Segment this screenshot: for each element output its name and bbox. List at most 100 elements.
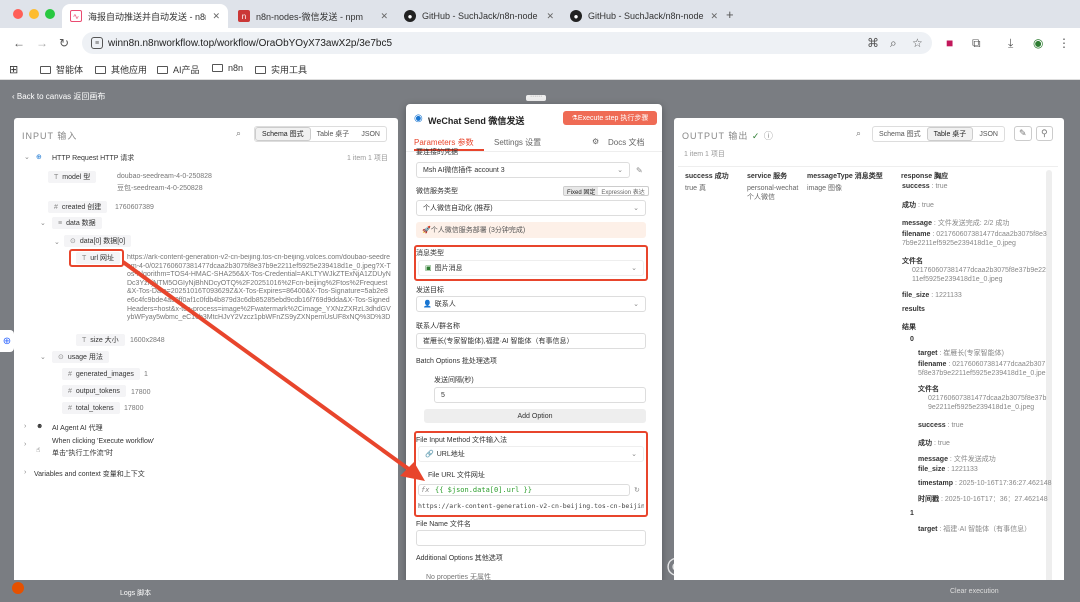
bottom-bar: Logs 脚本 Clear execution — [0, 580, 1080, 602]
response-value: 崔雁长(专家智能体) — [943, 350, 1004, 357]
tab-settings[interactable]: Settings 设置 — [494, 137, 541, 148]
docs-link[interactable]: Docs 文档 — [608, 137, 644, 148]
chevron-right-icon[interactable]: › — [24, 441, 26, 448]
chevron-down-icon[interactable]: ⌄ — [54, 238, 60, 246]
schema-view-button[interactable]: Schema 图式 — [255, 127, 311, 141]
profile-avatar-icon[interactable]: ◉ — [1033, 36, 1043, 50]
json-view-button[interactable]: JSON — [355, 127, 386, 141]
refresh-icon[interactable]: ↻ — [634, 486, 640, 494]
globe-icon[interactable]: ⊕ — [0, 330, 14, 352]
bookmark-folder[interactable]: 实用工具 — [255, 63, 307, 76]
table-view-button[interactable]: Table 桌子 — [926, 127, 974, 141]
edit-pencil-icon[interactable]: ✎ — [636, 166, 643, 175]
avatar[interactable] — [12, 582, 24, 594]
field-created[interactable]: # created 创建 — [48, 201, 108, 213]
search-icon[interactable]: ⌕ — [856, 128, 861, 139]
file-name-input[interactable] — [416, 530, 646, 546]
tab-github-1[interactable]: ● GitHub - SuchJack/n8n-node ✕ — [396, 4, 562, 28]
field-size[interactable]: Tsize 大小 — [76, 334, 125, 346]
clear-execution-button[interactable]: Clear execution — [950, 588, 999, 595]
interval-input[interactable]: 5 — [434, 387, 646, 403]
response-value: true — [951, 422, 964, 429]
site-info-icon[interactable]: ≡ — [91, 37, 103, 49]
response-row: 0 — [910, 336, 914, 343]
chevron-right-icon[interactable]: › — [24, 423, 26, 430]
back-to-canvas-link[interactable]: ‹ Back to canvas 返回画布 — [12, 91, 105, 102]
new-tab-plus-icon[interactable]: + — [726, 7, 734, 22]
contact-input[interactable]: 崔雁长(专家智能体),福建·AI 智能体（有事信息） — [416, 333, 646, 349]
expression-mode-button[interactable]: Expression 表达 — [598, 187, 647, 196]
output-tokens-value: 17800 — [131, 389, 151, 396]
json-view-button[interactable]: JSON — [973, 127, 1004, 141]
tab-github-2[interactable]: ● GitHub - SuchJack/n8n-node ✕ — [562, 4, 726, 28]
close-tab-icon[interactable]: ✕ — [212, 11, 220, 22]
browser-tab-bar: ∿ 海报自动推送并自动发送 - n8n ✕ n n8n-nodes-微信发送 -… — [0, 0, 1080, 28]
execute-step-button[interactable]: ⚗ Execute step 执行步骤 — [563, 111, 657, 125]
pin-icon[interactable]: ⚲ — [1036, 126, 1053, 141]
response-row: results — [902, 306, 925, 313]
logs-tab[interactable]: Logs 脚本 — [120, 588, 151, 598]
deploy-notice[interactable]: 🚀 个人微信服务部署 (3分钟完成) — [416, 222, 646, 238]
table-view-button[interactable]: Table 桌子 — [311, 127, 356, 141]
cell-message-type: image 图像 — [807, 185, 843, 192]
back-arrow-icon[interactable]: ← — [13, 36, 25, 50]
file-method-select[interactable]: 🔗 URL地址 ⌄ — [418, 446, 644, 462]
batch-options-label: Batch Options 批处理选项 — [416, 358, 497, 365]
menu-kebab-icon[interactable]: ⋮ — [1058, 36, 1070, 50]
gear-icon[interactable]: ⚙ — [592, 137, 599, 146]
field-data[interactable]: ≡ data 数据 — [52, 217, 102, 229]
response-row: target : 崔雁长(专家智能体) — [918, 348, 1004, 358]
tab-n8n-workflow[interactable]: ∿ 海报自动推送并自动发送 - n8n ✕ — [62, 4, 228, 28]
field-data-0[interactable]: ⊙ data[0] 数据[0] — [64, 235, 132, 247]
service-type-select[interactable]: 个人微信自动化 (推荐) ⌄ — [416, 200, 646, 216]
forward-arrow-icon[interactable]: → — [36, 36, 48, 50]
node-title[interactable]: WeChat Send 微信发送 — [428, 114, 524, 127]
file-url-expression-input[interactable]: fx{{ $json.data[0].url }} — [418, 484, 630, 496]
input-title: INPUT 输入 — [22, 131, 78, 141]
credential-select[interactable]: Msh AI微信插件 account 3 ⌄ — [416, 162, 630, 178]
apps-grid-icon[interactable]: ⊞ — [9, 63, 18, 76]
chevron-right-icon[interactable]: › — [24, 469, 26, 476]
chevron-down-icon[interactable]: ⌄ — [40, 353, 46, 361]
drag-handle[interactable]: ⋯⋯ — [526, 94, 546, 101]
fixed-mode-button[interactable]: Fixed 固定 — [564, 187, 599, 196]
zoom-icon[interactable]: ⌕ — [890, 36, 897, 51]
response-row: 文件名 — [918, 384, 939, 394]
url-bar[interactable]: ≡ winn8n.n8nworkflow.top/workflow/OraObY… — [82, 32, 932, 54]
target-select[interactable]: 👤 联系人 ⌄ — [416, 296, 646, 312]
chevron-down-icon[interactable]: ⌄ — [40, 219, 46, 227]
close-window-button[interactable] — [13, 9, 23, 19]
minimize-window-button[interactable] — [29, 9, 39, 19]
field-model[interactable]: Tmodel 型 — [48, 171, 97, 183]
response-key: file_size — [902, 292, 930, 299]
bookmark-star-icon[interactable]: ☆ — [912, 36, 923, 50]
reload-icon[interactable]: ↻ — [59, 36, 69, 50]
response-value: 2025-10-16T17:36:27.462148 — [958, 480, 1052, 487]
bookmark-folder[interactable]: n8n — [212, 63, 243, 73]
close-tab-icon[interactable]: ✕ — [380, 11, 388, 22]
add-option-button[interactable]: Add Option — [424, 409, 646, 423]
download-icon[interactable]: ⤓ — [1008, 36, 1013, 51]
number-type-icon: # — [54, 203, 58, 211]
maximize-window-button[interactable] — [45, 9, 55, 19]
n8n-icon: ∿ — [70, 10, 82, 22]
bookmark-folder[interactable]: 智能体 — [40, 63, 83, 76]
chevron-down-icon[interactable]: ⌄ — [24, 153, 30, 161]
bookmark-folder[interactable]: AI产品 — [157, 63, 200, 76]
translate-icon[interactable]: ⌘ — [867, 36, 879, 50]
extension-icon[interactable]: ■ — [946, 36, 953, 50]
message-type-select[interactable]: ▣ 图片消息 ⌄ — [418, 260, 644, 276]
search-icon[interactable]: ⌕ — [236, 128, 241, 139]
response-key: timestamp — [918, 480, 954, 487]
field-total-tokens[interactable]: # total_tokens — [62, 402, 120, 414]
close-tab-icon[interactable]: ✕ — [546, 11, 554, 22]
extensions-puzzle-icon[interactable]: ⧉ — [972, 36, 981, 51]
field-output-tokens[interactable]: # output_tokens — [62, 385, 126, 397]
close-tab-icon[interactable]: ✕ — [710, 11, 718, 22]
edit-pencil-icon[interactable]: ✎ — [1014, 126, 1032, 141]
field-usage[interactable]: ⊙ usage 用法 — [52, 351, 109, 363]
field-generated-images[interactable]: # generated_images — [62, 368, 140, 380]
tab-npm[interactable]: n n8n-nodes-微信发送 - npm ✕ — [230, 4, 396, 28]
schema-view-button[interactable]: Schema 图式 — [873, 127, 927, 141]
bookmark-folder[interactable]: 其他应用 — [95, 63, 147, 76]
